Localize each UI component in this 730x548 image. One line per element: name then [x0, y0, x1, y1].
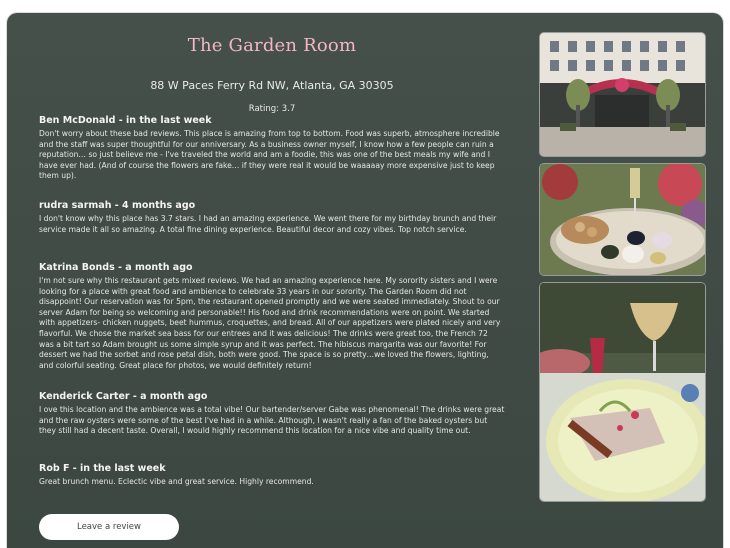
review-text: Don't worry about these bad reviews. Thi…	[39, 129, 500, 181]
review-item: Katrina Bonds - a month ago I'm not sure…	[39, 262, 505, 371]
review-author: Katrina Bonds - a month ago	[39, 262, 193, 273]
review-text: Great brunch menu. Eclectic vibe and gre…	[39, 477, 314, 486]
restaurant-name: The Garden Room	[187, 35, 357, 56]
review-text: I don't know why this place has 3.7 star…	[39, 214, 497, 234]
review-text: I ove this location and the ambience was…	[39, 405, 505, 436]
review-item: Ben McDonald - in the last week Don't wo…	[39, 115, 505, 182]
sea-bass-dish-photo[interactable]	[540, 283, 705, 501]
restaurant-card: The Garden Room 88 W Paces Ferry Rd NW, …	[7, 13, 723, 548]
review-item: rudra sarmah - 4 months ago I don't know…	[39, 200, 505, 235]
appetizer-tray-photo[interactable]	[540, 164, 705, 275]
review-item: Rob F - in the last week Great brunch me…	[39, 463, 505, 488]
review-author: rudra sarmah - 4 months ago	[39, 200, 196, 211]
restaurant-exterior-photo[interactable]	[540, 33, 705, 156]
review-text: I'm not sure why this restaurant gets mi…	[39, 276, 501, 370]
review-author: Ben McDonald - in the last week	[39, 115, 212, 126]
leave-review-button[interactable]: Leave a review	[39, 514, 179, 540]
review-item: Kenderick Carter - a month ago I ove thi…	[39, 391, 505, 437]
review-author: Rob F - in the last week	[39, 463, 166, 474]
review-author: Kenderick Carter - a month ago	[39, 391, 208, 402]
restaurant-rating: Rating: 3.7	[248, 104, 296, 114]
page: The Garden Room 88 W Paces Ferry Rd NW, …	[0, 0, 730, 548]
restaurant-address: 88 W Paces Ferry Rd NW, Atlanta, GA 3030…	[150, 79, 394, 92]
